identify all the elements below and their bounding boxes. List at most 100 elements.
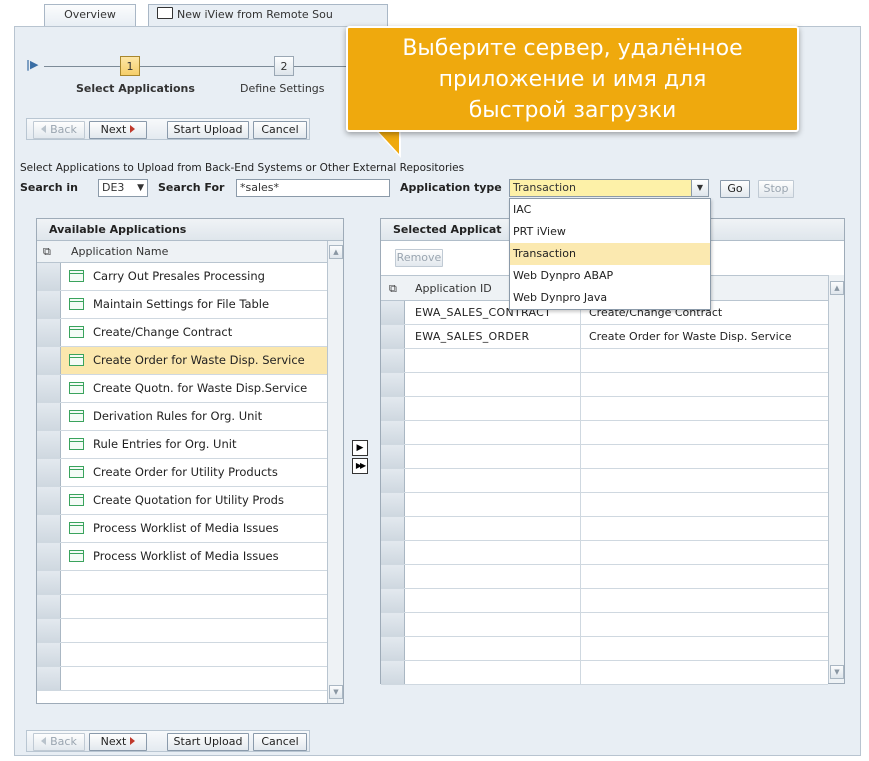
table-row[interactable] — [381, 589, 828, 613]
list-item[interactable]: Rule Entries for Org. Unit — [37, 431, 327, 459]
row-selector[interactable] — [381, 421, 405, 444]
row-selector[interactable] — [381, 517, 405, 540]
table-row[interactable] — [381, 493, 828, 517]
column-settings-icon[interactable]: ⧉ — [43, 241, 51, 263]
list-item[interactable]: Create Quotn. for Waste Disp.Service — [37, 375, 327, 403]
cancel-button[interactable]: Cancel — [253, 121, 307, 139]
move-all-button[interactable]: ▶▶ — [352, 458, 368, 474]
scroll-up-button[interactable]: ▲ — [830, 281, 844, 295]
row-selector[interactable] — [37, 667, 61, 690]
dropdown-option[interactable]: Web Dynpro ABAP — [510, 265, 710, 287]
row-selector[interactable] — [37, 543, 61, 570]
table-row[interactable] — [381, 541, 828, 565]
back-button[interactable]: Back — [33, 121, 85, 139]
move-selected-button[interactable]: ▶ — [352, 440, 368, 456]
next-button[interactable]: Next — [89, 121, 147, 139]
step-1-box[interactable]: 1 — [120, 56, 140, 76]
row-selector[interactable] — [37, 487, 61, 514]
column-settings-icon[interactable]: ⧉ — [389, 276, 397, 302]
list-item[interactable]: Process Worklist of Media Issues — [37, 543, 327, 571]
tab-new-iview[interactable]: New iView from Remote Sou — [148, 4, 388, 26]
row-selector[interactable] — [37, 347, 61, 374]
available-scrollbar[interactable]: ▲ ▼ — [327, 241, 343, 703]
row-selector[interactable] — [381, 445, 405, 468]
table-row[interactable] — [381, 565, 828, 589]
row-selector[interactable] — [381, 493, 405, 516]
list-item[interactable] — [37, 619, 327, 643]
list-item[interactable] — [37, 571, 327, 595]
application-id-header[interactable]: Application ID — [415, 276, 492, 302]
row-selector[interactable] — [381, 469, 405, 492]
row-selector[interactable] — [37, 291, 61, 318]
list-item[interactable]: Process Worklist of Media Issues — [37, 515, 327, 543]
row-selector[interactable] — [381, 589, 405, 612]
scroll-down-button[interactable]: ▼ — [830, 665, 844, 679]
table-row[interactable] — [381, 373, 828, 397]
table-row[interactable] — [381, 397, 828, 421]
go-button[interactable]: Go — [720, 180, 750, 198]
row-selector[interactable] — [37, 459, 61, 486]
row-selector[interactable] — [381, 373, 405, 396]
selected-scrollbar[interactable]: ▲ ▼ — [828, 275, 844, 683]
list-item[interactable] — [37, 667, 327, 691]
dropdown-option[interactable]: PRT iView — [510, 221, 710, 243]
table-row[interactable] — [381, 517, 828, 541]
back-button[interactable]: Back — [33, 733, 85, 751]
dropdown-option[interactable]: Transaction — [510, 243, 710, 265]
row-selector[interactable] — [381, 397, 405, 420]
start-upload-button[interactable]: Start Upload — [167, 733, 249, 751]
row-selector[interactable] — [381, 325, 405, 348]
row-selector[interactable] — [37, 619, 61, 642]
tab-overview[interactable]: Overview — [44, 4, 136, 26]
search-for-input[interactable]: *sales* — [236, 179, 390, 197]
table-row[interactable] — [381, 661, 828, 685]
stop-button[interactable]: Stop — [758, 180, 794, 198]
row-selector[interactable] — [37, 431, 61, 458]
scroll-down-button[interactable]: ▼ — [329, 685, 343, 699]
table-row[interactable]: EWA_SALES_ORDER Create Order for Waste Di… — [381, 325, 828, 349]
list-item[interactable] — [37, 643, 327, 667]
row-selector[interactable] — [381, 637, 405, 660]
remove-button[interactable]: Remove — [395, 249, 443, 267]
table-row[interactable] — [381, 469, 828, 493]
scroll-up-button[interactable]: ▲ — [329, 245, 343, 259]
row-selector[interactable] — [37, 319, 61, 346]
start-upload-button[interactable]: Start Upload — [167, 121, 249, 139]
search-in-select[interactable]: DE3 ▼ — [98, 179, 148, 197]
table-row[interactable] — [381, 421, 828, 445]
list-item[interactable]: Create/Change Contract — [37, 319, 327, 347]
roadmap-line — [140, 66, 274, 67]
cancel-button[interactable]: Cancel — [253, 733, 307, 751]
row-selector[interactable] — [381, 541, 405, 564]
row-selector[interactable] — [381, 613, 405, 636]
row-selector[interactable] — [37, 571, 61, 594]
list-item[interactable]: Derivation Rules for Org. Unit — [37, 403, 327, 431]
list-item[interactable] — [37, 595, 327, 619]
list-item[interactable]: Create Quotation for Utility Prods — [37, 487, 327, 515]
chevron-down-icon[interactable]: ▼ — [691, 180, 708, 196]
list-item[interactable]: Create Order for Waste Disp. Service — [37, 347, 327, 375]
dropdown-option[interactable]: IAC — [510, 199, 710, 221]
row-selector[interactable] — [37, 515, 61, 542]
row-selector[interactable] — [37, 375, 61, 402]
row-selector[interactable] — [37, 403, 61, 430]
step-2-box[interactable]: 2 — [274, 56, 294, 76]
row-selector[interactable] — [37, 643, 61, 666]
row-selector[interactable] — [381, 565, 405, 588]
application-name-header[interactable]: Application Name — [71, 241, 168, 263]
app-type-select[interactable]: Transaction ▼ — [509, 179, 709, 197]
list-item[interactable]: Create Order for Utility Products — [37, 459, 327, 487]
row-selector[interactable] — [381, 661, 405, 684]
table-row[interactable] — [381, 613, 828, 637]
dropdown-option[interactable]: Web Dynpro Java — [510, 287, 710, 309]
row-selector[interactable] — [381, 301, 405, 324]
table-row[interactable] — [381, 445, 828, 469]
list-item[interactable]: Carry Out Presales Processing — [37, 263, 327, 291]
table-row[interactable] — [381, 637, 828, 661]
row-selector[interactable] — [37, 595, 61, 618]
table-row[interactable] — [381, 349, 828, 373]
row-selector[interactable] — [37, 263, 61, 290]
list-item[interactable]: Maintain Settings for File Table — [37, 291, 327, 319]
next-button[interactable]: Next — [89, 733, 147, 751]
row-selector[interactable] — [381, 349, 405, 372]
